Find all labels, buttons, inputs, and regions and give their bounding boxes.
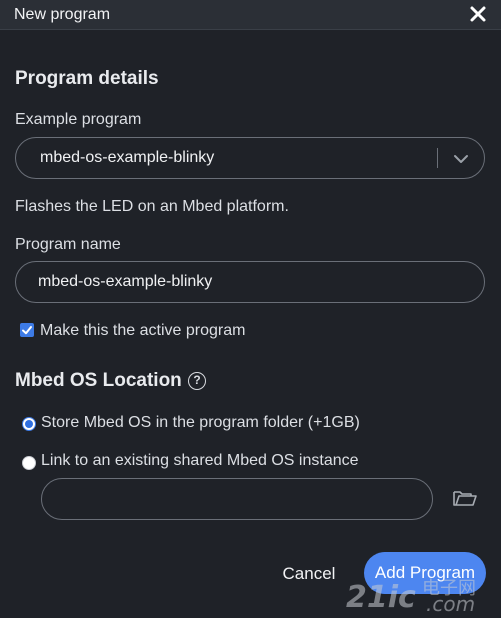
link-shared-instance-radio[interactable]	[22, 456, 36, 470]
checkmark-icon	[22, 326, 32, 335]
mbed-os-location-heading: Mbed OS Location	[15, 370, 182, 391]
example-program-select[interactable]: mbed-os-example-blinky	[15, 137, 485, 179]
cancel-button[interactable]: Cancel	[270, 556, 348, 592]
folder-open-icon[interactable]	[452, 488, 478, 508]
watermark-domain: .com	[426, 592, 476, 616]
shared-mbed-os-path-input[interactable]	[41, 478, 433, 520]
select-divider	[437, 148, 438, 168]
example-program-selected-value: mbed-os-example-blinky	[40, 149, 215, 166]
chevron-down-icon[interactable]	[452, 150, 470, 168]
help-icon[interactable]: ?	[188, 372, 206, 390]
example-program-description: Flashes the LED on an Mbed platform.	[15, 198, 289, 215]
dialog-titlebar: New program	[0, 0, 501, 30]
add-program-button[interactable]: Add Program	[364, 552, 486, 594]
store-in-program-folder-label: Store Mbed OS in the program folder (+1G…	[41, 414, 360, 431]
example-program-label: Example program	[15, 111, 142, 128]
link-shared-instance-label: Link to an existing shared Mbed OS insta…	[41, 452, 359, 469]
program-name-input[interactable]: mbed-os-example-blinky	[15, 261, 485, 303]
active-program-label: Make this the active program	[40, 322, 246, 339]
close-icon[interactable]	[469, 5, 487, 23]
dialog-title: New program	[14, 6, 111, 23]
store-in-program-folder-radio[interactable]	[22, 417, 36, 431]
program-details-heading: Program details	[15, 68, 159, 89]
program-name-label: Program name	[15, 236, 121, 253]
program-name-value: mbed-os-example-blinky	[38, 273, 213, 290]
active-program-checkbox[interactable]	[20, 323, 34, 337]
